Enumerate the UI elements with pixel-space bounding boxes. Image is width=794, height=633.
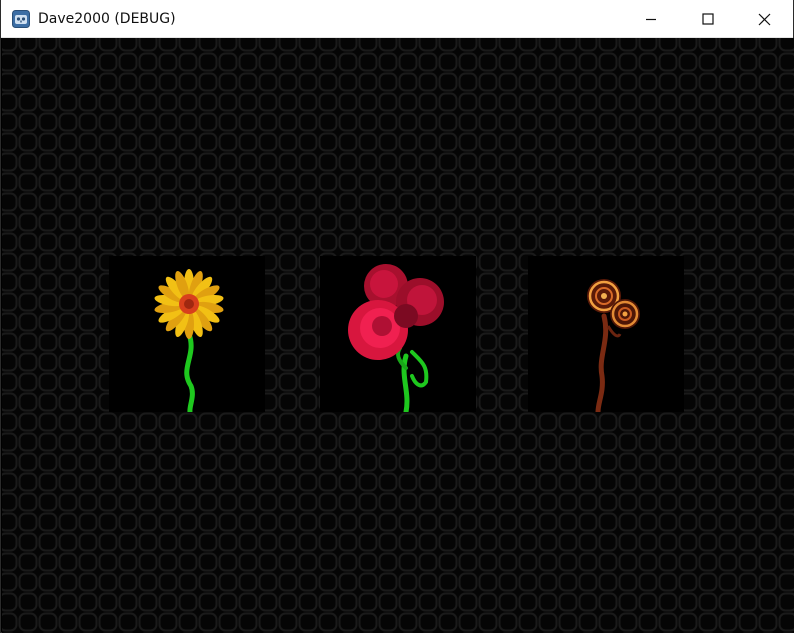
game-viewport[interactable] [2, 38, 794, 633]
window-controls [622, 0, 793, 38]
red-roses-flower [348, 264, 444, 415]
yellow-daisy-flower [154, 269, 224, 415]
flower-panel-roses[interactable] [320, 256, 476, 415]
close-icon [758, 13, 771, 25]
maximize-button[interactable] [679, 0, 736, 38]
minimize-button[interactable] [622, 0, 679, 38]
close-button[interactable] [736, 0, 793, 38]
godot-engine-icon [11, 9, 31, 29]
flower-panel-dried-roses[interactable] [528, 256, 684, 415]
game-window: Dave2000 (DEBUG) [0, 0, 794, 633]
window-title: Dave2000 (DEBUG) [38, 10, 176, 27]
title-bar[interactable]: Dave2000 (DEBUG) [1, 0, 793, 38]
flower-panel-daisy[interactable] [109, 256, 265, 415]
maximize-icon [701, 13, 714, 25]
minimize-icon [645, 18, 656, 21]
dried-roses-flower [587, 279, 640, 415]
